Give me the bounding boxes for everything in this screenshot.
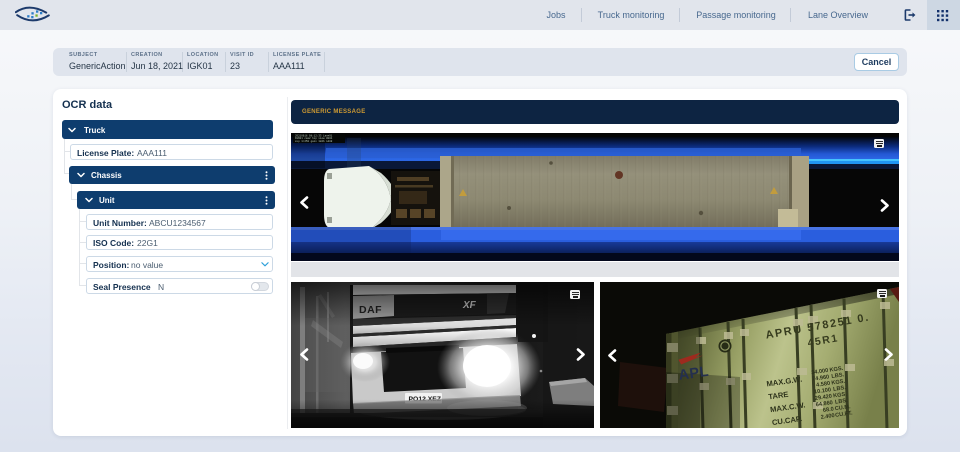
svg-text:exp 1/250 gain 12db id88: exp 1/250 gain 12db id88 [295,139,333,143]
